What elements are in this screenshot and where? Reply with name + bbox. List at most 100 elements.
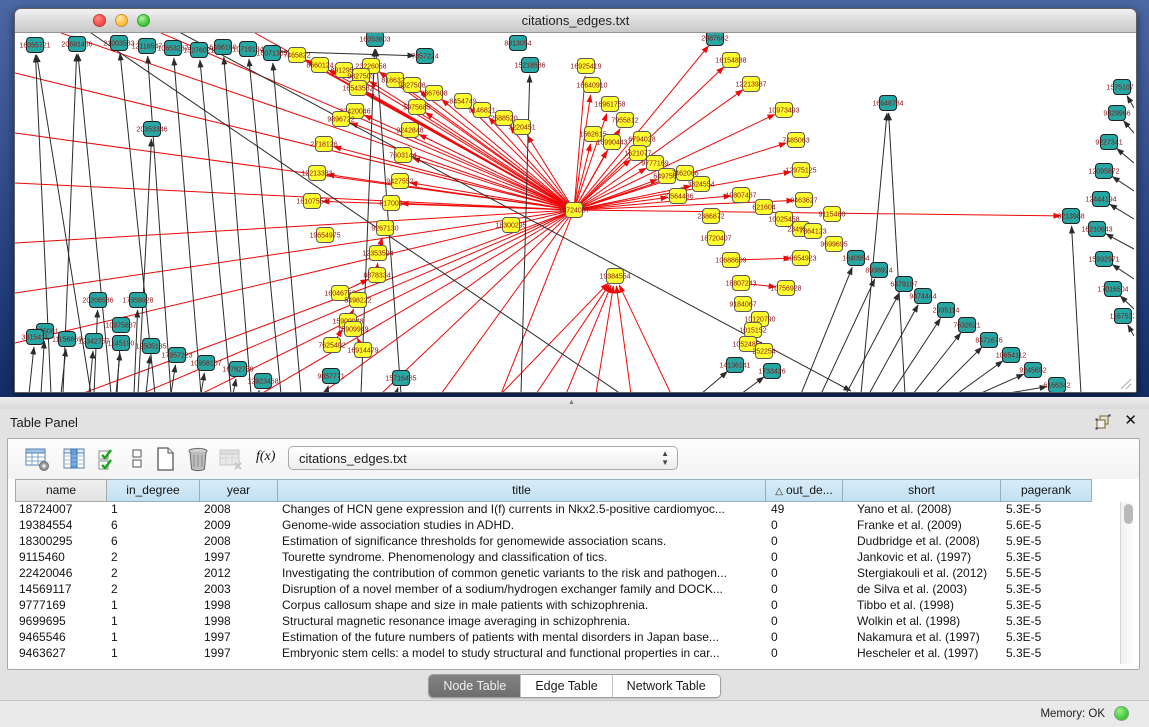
- network-node[interactable]: 9115460: [819, 207, 846, 222]
- network-node[interactable]: 9267130: [371, 221, 398, 236]
- network-node[interactable]: 5975685: [403, 100, 430, 115]
- network-node[interactable]: 8938924: [865, 263, 892, 278]
- table-row[interactable]: 946362711997Embryonic stem cells: a mode…: [15, 646, 1092, 662]
- network-node[interactable]: 817003: [379, 196, 402, 211]
- network-node[interactable]: 10688609: [715, 253, 746, 268]
- network-node[interactable]: 14136141: [719, 358, 750, 373]
- column-header-title[interactable]: title: [278, 479, 766, 502]
- network-node[interactable]: 10975887: [105, 318, 136, 333]
- vertical-scrollbar[interactable]: [1120, 502, 1136, 664]
- network-node[interactable]: 252254: [752, 344, 775, 359]
- network-node[interactable]: 9463627: [790, 193, 817, 208]
- network-node[interactable]: 15218586: [514, 58, 545, 73]
- network-node[interactable]: 9474444: [909, 289, 936, 304]
- delete-icon[interactable]: [185, 446, 211, 472]
- network-node[interactable]: 2935114: [933, 303, 960, 318]
- table-row[interactable]: 946554611997Estimation of the future num…: [15, 630, 1092, 646]
- network-node[interactable]: 15716485: [385, 371, 416, 386]
- network-node[interactable]: 17016504: [1097, 282, 1128, 297]
- table-selector-dropdown[interactable]: citations_edges.txt ▲▼: [288, 446, 678, 470]
- network-node[interactable]: 15751074: [1106, 80, 1134, 95]
- network-node[interactable]: 7603144: [389, 148, 416, 163]
- table-row[interactable]: 1830029562008Estimation of significance …: [15, 534, 1092, 550]
- network-node[interactable]: 9329966: [1103, 106, 1130, 121]
- row-height-icon[interactable]: [124, 446, 150, 472]
- network-node[interactable]: 9245652: [1019, 363, 1046, 378]
- function-builder-icon[interactable]: f(x): [256, 449, 282, 475]
- network-node[interactable]: 12213383: [301, 166, 332, 181]
- network-node[interactable]: 20206536: [82, 293, 113, 308]
- network-node[interactable]: 21003533: [103, 36, 134, 51]
- tab-node-table[interactable]: Node Table: [429, 675, 520, 697]
- delete-table-icon[interactable]: [218, 446, 244, 472]
- network-node[interactable]: 8813054: [504, 36, 531, 51]
- network-node[interactable]: 8213988: [1057, 209, 1084, 224]
- split-pane-divider[interactable]: ▲: [0, 397, 1149, 409]
- close-icon[interactable]: ✕: [1124, 412, 1137, 430]
- network-node[interactable]: 2087682: [701, 33, 728, 46]
- network-node[interactable]: 15932971: [1088, 252, 1119, 267]
- table-row[interactable]: 2242004622012Investigating the contribut…: [15, 566, 1092, 582]
- network-node[interactable]: 7955812: [611, 113, 638, 128]
- network-node[interactable]: 16210643: [1081, 222, 1112, 237]
- network-node[interactable]: 7485063: [782, 133, 809, 148]
- network-node[interactable]: 10807487: [725, 188, 756, 203]
- show-columns-icon[interactable]: [61, 446, 87, 472]
- select-rows-icon[interactable]: [96, 446, 122, 472]
- table-row[interactable]: 969969511998Structural magnetic resonanc…: [15, 614, 1092, 630]
- network-node[interactable]: 12975125: [785, 163, 816, 178]
- network-node[interactable]: 1145190: [108, 336, 135, 351]
- network-node[interactable]: 16107554: [296, 194, 327, 209]
- network-node[interactable]: 16961758: [594, 97, 625, 112]
- network-node[interactable]: 10958107: [190, 356, 221, 371]
- column-header-out_de[interactable]: △out_de...: [766, 479, 843, 502]
- divider-grip-icon[interactable]: ▲: [568, 400, 578, 406]
- network-node[interactable]: 16055721: [19, 38, 50, 53]
- network-node[interactable]: 18720407: [700, 231, 731, 246]
- network-node[interactable]: 1167532: [1110, 309, 1134, 324]
- network-node[interactable]: 9184067: [729, 297, 756, 312]
- column-header-in_degree[interactable]: in_degree: [107, 479, 200, 502]
- network-node[interactable]: 6479197: [890, 277, 917, 292]
- network-node[interactable]: 6794028: [628, 132, 655, 147]
- network-node[interactable]: 7632621: [953, 318, 980, 333]
- network-node[interactable]: 2718126: [310, 137, 337, 152]
- table-row[interactable]: 1872400712008Changes of HCN gene express…: [15, 502, 1092, 518]
- network-node[interactable]: 12213987: [735, 77, 766, 92]
- network-node[interactable]: 20353346: [136, 122, 167, 137]
- network-node[interactable]: 1640954: [842, 251, 869, 266]
- resize-grip-icon[interactable]: [1118, 376, 1132, 390]
- memory-status-indicator[interactable]: [1114, 706, 1129, 721]
- network-node[interactable]: 7857224: [411, 49, 438, 64]
- table-row[interactable]: 1456911722003Disruption of a novel membe…: [15, 582, 1092, 598]
- network-node[interactable]: 16154838: [715, 53, 746, 68]
- table-row[interactable]: 1938455462009Genome-wide association stu…: [15, 518, 1092, 534]
- network-node[interactable]: 9857771: [317, 369, 344, 384]
- scrollbar-thumb[interactable]: [1124, 504, 1133, 524]
- network-canvas[interactable]: 1872400716055721206914362100353312118547…: [15, 33, 1134, 392]
- network-node[interactable]: 16640910: [576, 78, 607, 93]
- column-header-pagerank[interactable]: pagerank: [1001, 479, 1092, 502]
- network-node[interactable]: 10756928: [770, 281, 801, 296]
- network-graph[interactable]: 1872400716055721206914362100353312118547…: [15, 33, 1134, 392]
- tab-edge-table[interactable]: Edge Table: [520, 675, 611, 697]
- tab-network-table[interactable]: Network Table: [612, 675, 720, 697]
- float-window-icon[interactable]: [1095, 414, 1111, 430]
- network-node[interactable]: 8454749: [449, 94, 476, 109]
- network-node[interactable]: 12444194: [1085, 192, 1116, 207]
- network-node[interactable]: 16648784: [872, 96, 903, 111]
- network-node[interactable]: 18807243: [725, 276, 756, 291]
- network-node[interactable]: 20691436: [61, 37, 92, 52]
- network-node[interactable]: 9227341: [1095, 135, 1122, 150]
- table-settings-icon[interactable]: [24, 446, 50, 472]
- network-node[interactable]: 16925419: [570, 59, 601, 74]
- network-node[interactable]: 19654923: [785, 251, 816, 266]
- window-titlebar[interactable]: citations_edges.txt: [15, 9, 1136, 33]
- network-node[interactable]: 1733426: [758, 364, 785, 379]
- column-header-year[interactable]: year: [200, 479, 278, 502]
- column-header-name[interactable]: name: [15, 479, 107, 502]
- network-node[interactable]: 621604: [752, 200, 775, 215]
- network-node[interactable]: 6166342: [1043, 378, 1070, 393]
- network-node[interactable]: 10654112: [996, 348, 1027, 363]
- network-node[interactable]: 19654975: [309, 228, 340, 243]
